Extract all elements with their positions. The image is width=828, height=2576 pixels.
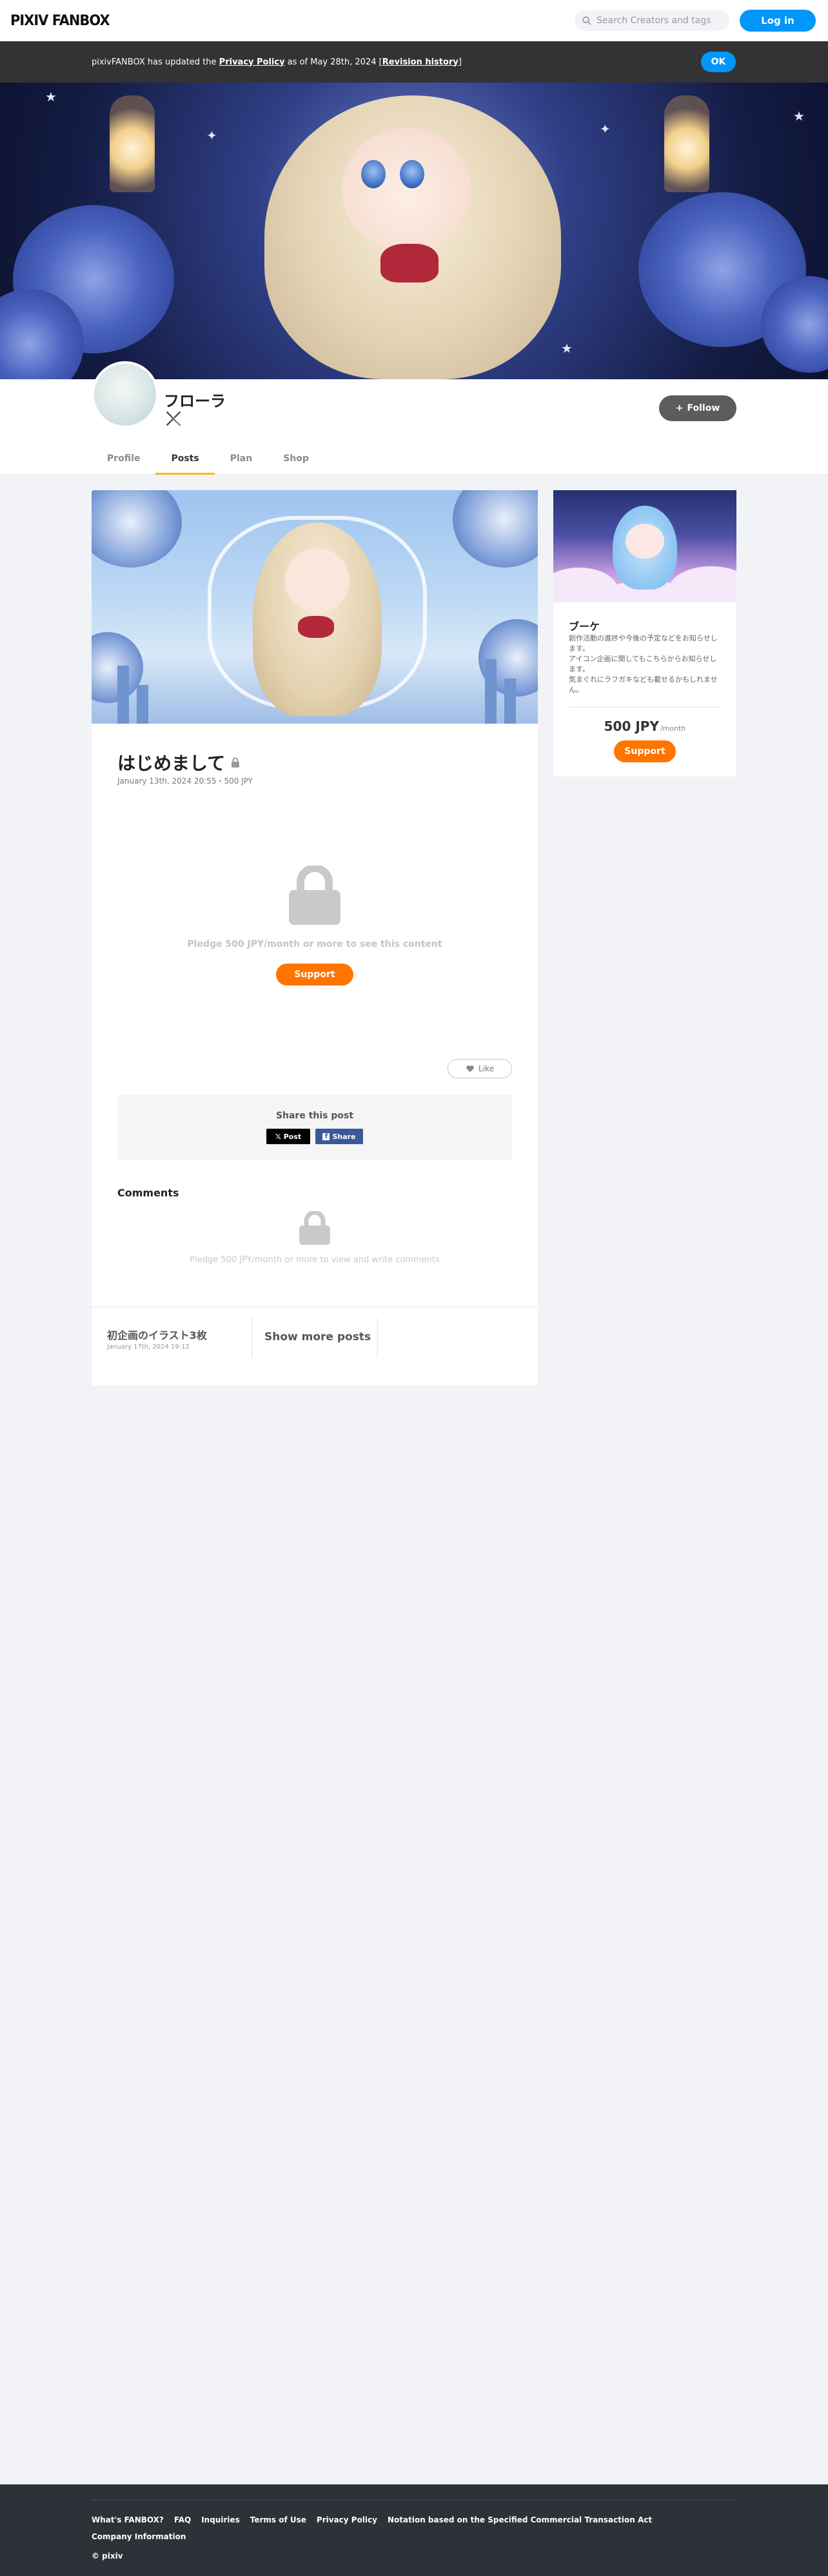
plan-card: ブーケ 創作活動の進捗や今後の予定などをお知らせします。 アイコン企画に関しても… bbox=[553, 490, 736, 777]
next-post-title: 初企画のイラスト3枚 bbox=[107, 1329, 207, 1342]
star-icon: ★ bbox=[45, 89, 57, 104]
footer-link-privacy[interactable]: Privacy Policy bbox=[317, 2515, 377, 2524]
search-box[interactable]: Search Creators and tags bbox=[575, 10, 729, 31]
copyright: © pixiv bbox=[92, 2551, 123, 2561]
search-placeholder: Search Creators and tags bbox=[596, 15, 711, 26]
post-title-text: はじめまして bbox=[117, 753, 226, 774]
castle-spire bbox=[137, 685, 148, 724]
cover-character-eye-right bbox=[400, 160, 424, 188]
tab-posts[interactable]: Posts bbox=[155, 448, 215, 475]
lock-icon bbox=[289, 866, 340, 925]
plan-character-face bbox=[626, 524, 664, 559]
notice-ok-button[interactable]: OK bbox=[701, 52, 736, 72]
star-icon: ✦ bbox=[206, 128, 217, 143]
footer-link-faq[interactable]: FAQ bbox=[174, 2515, 191, 2524]
plan-name: ブーケ bbox=[569, 620, 600, 633]
post-title: はじめまして bbox=[117, 749, 241, 775]
support-button[interactable]: Support bbox=[276, 964, 353, 986]
cover-image: ★ ✦ ✦ ★ ★ bbox=[0, 83, 828, 379]
notice-middle: as of May 28th, 2024 [ bbox=[284, 57, 382, 67]
creator-tabs: Profile Posts Plan Shop bbox=[92, 448, 324, 475]
next-post-date: January 17th, 2024 19:12 bbox=[107, 1343, 190, 1351]
lantern-left bbox=[110, 95, 155, 192]
castle-spire bbox=[117, 666, 129, 724]
revision-history-link[interactable]: Revision history bbox=[382, 57, 458, 67]
castle-spire bbox=[504, 679, 516, 724]
tab-profile[interactable]: Profile bbox=[92, 448, 155, 475]
tab-plan[interactable]: Plan bbox=[215, 448, 268, 475]
creator-profile-bar: フローラ + Follow Profile Posts Plan Shop bbox=[0, 361, 828, 475]
plan-support-button[interactable]: Support bbox=[614, 740, 676, 762]
plan-description: 創作活動の進捗や今後の予定などをお知らせします。 アイコン企画に関してもこちらか… bbox=[569, 634, 718, 694]
divider bbox=[251, 1318, 252, 1358]
post-meta: January 13th, 2024 20:55・500 JPY bbox=[117, 777, 253, 786]
plan-price: 500 JPY/month bbox=[553, 718, 736, 734]
lock-icon bbox=[299, 1211, 330, 1245]
divider bbox=[569, 707, 721, 708]
post-navigation: 初企画のイラスト3枚 January 17th, 2024 19:12 Show… bbox=[92, 1307, 538, 1385]
share-facebook-button[interactable]: f Share bbox=[315, 1129, 363, 1144]
footer-links: What's FANBOX? FAQ Inquiries Terms of Us… bbox=[92, 2515, 736, 2541]
heart-icon bbox=[466, 1065, 474, 1073]
share-title: Share this post bbox=[275, 1111, 354, 1121]
star-icon: ★ bbox=[793, 108, 805, 124]
share-x-label: Post bbox=[283, 1132, 302, 1141]
share-facebook-label: Share bbox=[332, 1132, 356, 1141]
show-more-posts-button[interactable]: Show more posts bbox=[264, 1331, 371, 1343]
castle-spire bbox=[485, 659, 497, 724]
share-x-button[interactable]: 𝕏 Post bbox=[266, 1129, 310, 1144]
like-label: Like bbox=[478, 1064, 494, 1073]
footer-link-terms[interactable]: Terms of Use bbox=[250, 2515, 306, 2524]
lock-icon bbox=[232, 757, 240, 768]
login-button[interactable]: Log in bbox=[740, 10, 816, 32]
x-logo-icon: 𝕏 bbox=[275, 1132, 281, 1141]
comments-title: Comments bbox=[117, 1187, 179, 1199]
top-header: PIXIV FANBOX Search Creators and tags Lo… bbox=[0, 0, 828, 41]
footer-link-whats-fanbox[interactable]: What's FANBOX? bbox=[92, 2515, 164, 2524]
share-buttons: 𝕏 Post f Share bbox=[117, 1129, 512, 1144]
notice-prefix: pixivFANBOX has updated the bbox=[92, 57, 219, 67]
cover-character-bow bbox=[380, 244, 439, 282]
plan-price-period: /month bbox=[660, 724, 686, 733]
search-icon bbox=[582, 16, 591, 25]
notice-suffix: ] bbox=[458, 57, 462, 67]
follow-button[interactable]: + Follow bbox=[659, 395, 736, 421]
footer-link-inquiries[interactable]: Inquiries bbox=[201, 2515, 240, 2524]
share-box: Share this post 𝕏 Post f Share bbox=[117, 1095, 512, 1160]
next-post-link[interactable]: 初企画のイラスト3枚 January 17th, 2024 19:12 bbox=[107, 1327, 207, 1351]
follow-label: Follow bbox=[687, 403, 720, 413]
page-footer: What's FANBOX? FAQ Inquiries Terms of Us… bbox=[0, 2484, 828, 2576]
lantern-right bbox=[664, 95, 709, 192]
creator-name: フローラ bbox=[164, 392, 226, 410]
policy-notice-bar: pixivFANBOX has updated the Privacy Poli… bbox=[0, 41, 828, 83]
post-card: はじめまして January 13th, 2024 20:55・500 JPY … bbox=[92, 490, 538, 1385]
flower-wreath bbox=[92, 490, 182, 568]
divider bbox=[377, 1318, 378, 1358]
policy-notice-text: pixivFANBOX has updated the Privacy Poli… bbox=[92, 57, 462, 67]
comments-locked-text: Pledge 500 JPY/month or more to view and… bbox=[190, 1255, 440, 1265]
post-cover-image bbox=[92, 490, 538, 724]
star-icon: ★ bbox=[561, 341, 573, 356]
plus-icon: + bbox=[675, 403, 684, 413]
footer-link-commercial-act[interactable]: Notation based on the Specified Commerci… bbox=[388, 2515, 652, 2524]
tab-shop[interactable]: Shop bbox=[268, 448, 324, 475]
flower-wreath bbox=[453, 490, 538, 568]
fanbox-logo[interactable]: PIXIV FANBOX bbox=[10, 13, 110, 29]
cover-character-face bbox=[342, 128, 471, 250]
facebook-icon: f bbox=[322, 1133, 330, 1140]
divider bbox=[92, 2500, 736, 2501]
locked-content-text: Pledge 500 JPY/month or more to see this… bbox=[187, 939, 442, 949]
creator-avatar[interactable] bbox=[92, 361, 159, 428]
plan-price-amount: 500 JPY bbox=[604, 718, 659, 734]
x-logo-icon[interactable] bbox=[165, 410, 182, 427]
privacy-policy-link[interactable]: Privacy Policy bbox=[219, 57, 285, 67]
star-icon: ✦ bbox=[600, 121, 611, 137]
like-button[interactable]: Like bbox=[448, 1059, 512, 1078]
post-character-face bbox=[285, 548, 350, 613]
cover-character-eye-left bbox=[361, 160, 386, 188]
footer-link-company[interactable]: Company Information bbox=[92, 2532, 186, 2541]
plan-image bbox=[553, 490, 736, 602]
post-character-bow bbox=[298, 616, 334, 638]
